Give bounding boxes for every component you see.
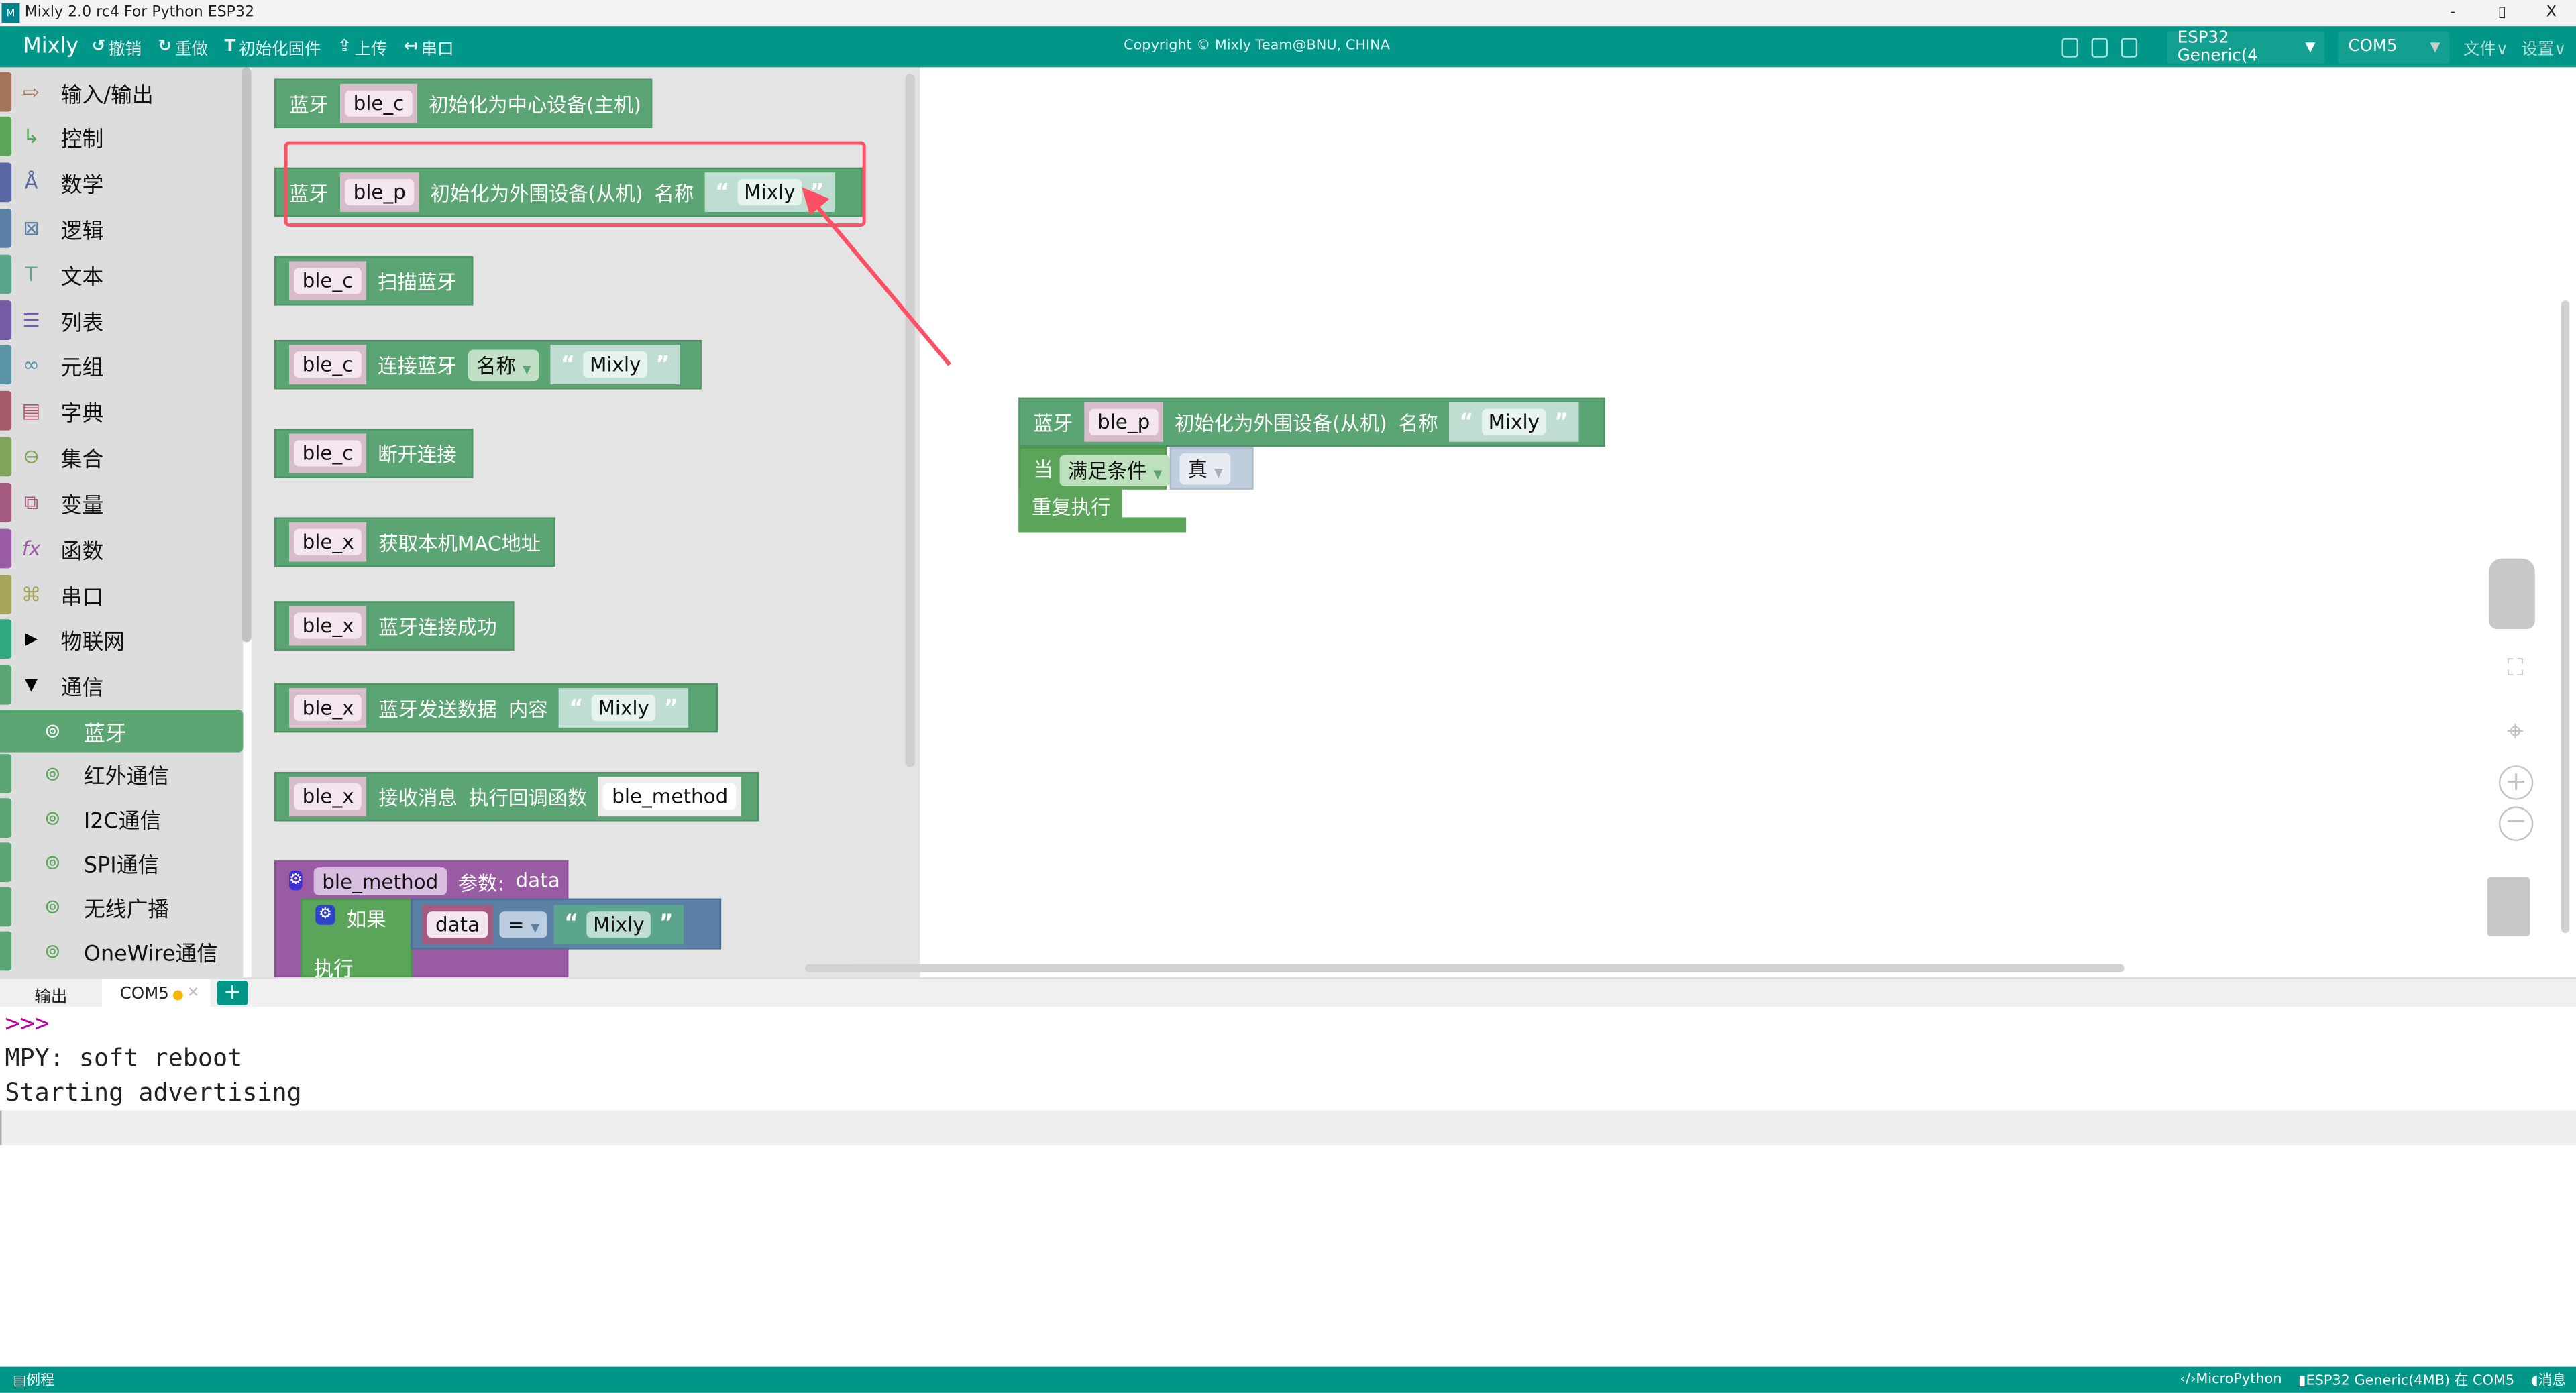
ws-block-ble-peripheral-init[interactable]: 蓝牙 ble_p 初始化为外围设备(从机) 名称 “Mixly” <box>1018 397 1605 447</box>
console-line: MPY: soft reboot <box>5 1043 243 1073</box>
block-label: 蓝牙 <box>1033 411 1073 435</box>
code-icon: ‹/› <box>2180 1371 2196 1388</box>
dropdown-value: 满足条件 <box>1067 459 1147 484</box>
workspace-hscrollbar[interactable] <box>805 964 2125 972</box>
fullscreen-icon[interactable]: ⛶ <box>2499 655 2532 681</box>
bell-icon: ◖ <box>2530 1373 2538 1390</box>
serial-console[interactable]: >>> MPY: soft reboot Starting advertisin… <box>0 1007 2576 1367</box>
string-value: Mixly <box>1481 408 1546 435</box>
book-icon: ▤ <box>13 1373 27 1390</box>
while-mode-dropdown[interactable]: 满足条件 ▼ <box>1059 455 1171 486</box>
block-label: 重复执行 <box>1031 496 1111 519</box>
app-window: M Mixly 2.0 rc4 For Python ESP32 - ▯ X M… <box>0 0 2576 1393</box>
tab-label: COM5 <box>119 985 169 1003</box>
block-label: 名称 <box>1398 411 1438 435</box>
examples-button[interactable]: ▤例程 <box>13 1370 54 1389</box>
trash-icon[interactable] <box>2487 877 2530 936</box>
chip-icon: ▮ <box>2298 1373 2306 1390</box>
variable-slot[interactable]: ble_p <box>1084 402 1163 442</box>
board-indicator: ▮ESP32 Generic(4MB) 在 COM5 <box>2298 1370 2514 1389</box>
statement-gap <box>1122 489 1221 518</box>
recenter-icon[interactable]: ⌖ <box>2499 714 2532 748</box>
block-label: 初始化为外围设备(从机) <box>1174 411 1387 435</box>
backpack-icon[interactable] <box>2489 558 2535 629</box>
messages-button[interactable]: ◖消息 <box>2531 1370 2567 1389</box>
dropdown-value: 真 <box>1187 457 1208 481</box>
messages-label: 消息 <box>2538 1373 2567 1390</box>
language-indicator: ‹/›MicroPython <box>2180 1372 2282 1388</box>
tab-output[interactable]: 输出 <box>0 979 102 1009</box>
language-label: MicroPython <box>2196 1371 2282 1388</box>
console-input[interactable] <box>0 1110 2576 1145</box>
block-label: 当 <box>1033 458 1053 482</box>
zoom-in-icon[interactable]: + <box>2498 765 2534 800</box>
string-slot[interactable]: “Mixly” <box>1449 402 1578 442</box>
examples-label: 例程 <box>26 1373 54 1390</box>
close-tab-icon[interactable]: ✕ <box>187 985 199 1001</box>
modified-dot-icon: ● <box>172 986 184 1001</box>
add-tab-button[interactable]: + <box>217 981 248 1005</box>
tab-label: 输出 <box>34 988 68 1007</box>
status-bar: ▤例程 ‹/›MicroPython ▮ESP32 Generic(4MB) 在… <box>0 1366 2576 1393</box>
console-prompt: >>> <box>5 1008 50 1038</box>
workspace-vscrollbar[interactable] <box>2561 300 2570 934</box>
variable-name: ble_p <box>1089 408 1159 435</box>
add-label: + <box>223 981 241 1005</box>
zoom-out-icon[interactable]: − <box>2498 806 2534 841</box>
console-line: Starting advertising <box>5 1077 302 1107</box>
ws-block-true[interactable]: 真 ▼ <box>1169 447 1254 490</box>
board-label: ESP32 Generic(4MB) 在 COM5 <box>2306 1373 2515 1390</box>
panel-tabs: 输出 COM5 ● ✕ + <box>0 977 2576 1009</box>
tab-com5[interactable]: COM5 ● ✕ <box>101 979 211 1009</box>
bool-dropdown[interactable]: 真 ▼ <box>1179 452 1232 484</box>
